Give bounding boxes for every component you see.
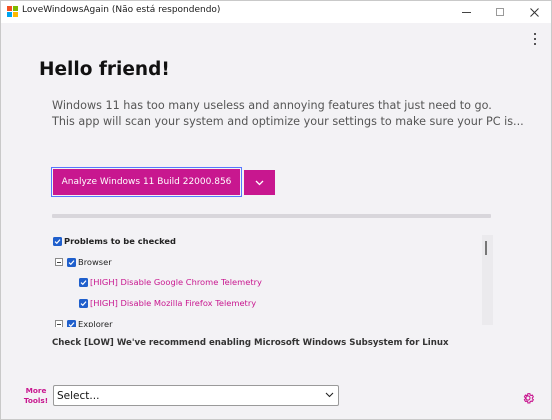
- more-options-icon[interactable]: [529, 31, 541, 47]
- checkbox-checked-icon[interactable]: [53, 236, 62, 246]
- app-icon-tile: [13, 6, 18, 11]
- app-icon-tile: [13, 12, 18, 17]
- checkbox-checked-icon[interactable]: [67, 319, 76, 327]
- minimize-icon: [461, 11, 471, 13]
- maximize-icon: [496, 8, 504, 16]
- more-tools-line-1: More: [25, 386, 47, 395]
- tree-item-label: [HIGH] Disable Mozilla Firefox Telemetry: [90, 298, 257, 308]
- app-icon-tile: [7, 6, 12, 11]
- checkbox-checked-icon[interactable]: [79, 277, 88, 287]
- window-title: LoveWindowsAgain (Não está respondendo): [22, 5, 221, 15]
- collapse-icon[interactable]: [55, 258, 63, 266]
- greeting-title: Hello friend!: [39, 59, 170, 80]
- close-button[interactable]: [517, 1, 551, 23]
- progress-divider: [52, 214, 491, 218]
- title-bar[interactable]: LoveWindowsAgain (Não está respondendo): [1, 1, 551, 23]
- tree-group-row[interactable]: Browser: [55, 255, 112, 269]
- analyze-options-button[interactable]: [244, 170, 275, 195]
- tree-root-label: Problems to be checked: [64, 236, 176, 246]
- status-text: Check [LOW] We've recommend enabling Mic…: [52, 338, 449, 348]
- analyze-button[interactable]: Analyze Windows 11 Build 22000.856: [51, 167, 242, 197]
- app-window: LoveWindowsAgain (Não está respondendo) …: [0, 0, 552, 420]
- more-tools-line-2: Tools!: [23, 396, 49, 405]
- minimize-button[interactable]: [449, 1, 483, 23]
- app-icon-tile: [7, 12, 12, 17]
- tree-scrollbar[interactable]: [482, 235, 493, 325]
- maximize-button[interactable]: [483, 1, 517, 23]
- intro-text-line-2: This app will scan your system and optim…: [52, 115, 524, 128]
- tree-item-row[interactable]: [HIGH] Disable Mozilla Firefox Telemetry: [79, 296, 256, 310]
- kebab-dot: [534, 33, 536, 35]
- more-tools-label: More Tools!: [22, 386, 50, 406]
- scrollbar-thumb[interactable]: [485, 241, 487, 255]
- tree-group-label: Browser: [78, 257, 112, 267]
- chevron-down-icon: [325, 392, 334, 398]
- gear-icon[interactable]: [521, 391, 535, 405]
- tree-item-label: [HIGH] Disable Google Chrome Telemetry: [90, 277, 262, 287]
- tree-group-row[interactable]: Explorer: [55, 317, 113, 327]
- collapse-icon[interactable]: [55, 320, 63, 327]
- kebab-dot: [534, 38, 536, 40]
- problems-tree: Problems to be checked Browser [HIGH] Di…: [52, 231, 492, 327]
- intro-text-line-1: Windows 11 has too many useless and anno…: [52, 99, 492, 112]
- tools-select-value: Select...: [57, 389, 100, 402]
- tools-select[interactable]: Select...: [53, 385, 339, 406]
- tree-root-row[interactable]: Problems to be checked: [53, 234, 176, 248]
- chevron-down-icon: [255, 180, 264, 185]
- checkbox-checked-icon[interactable]: [67, 257, 76, 267]
- close-icon: [529, 7, 539, 17]
- checkbox-checked-icon[interactable]: [79, 298, 88, 308]
- app-icon: [7, 6, 18, 17]
- tree-group-label: Explorer: [78, 319, 113, 327]
- kebab-dot: [534, 43, 536, 45]
- tree-item-row[interactable]: [HIGH] Disable Google Chrome Telemetry: [79, 275, 262, 289]
